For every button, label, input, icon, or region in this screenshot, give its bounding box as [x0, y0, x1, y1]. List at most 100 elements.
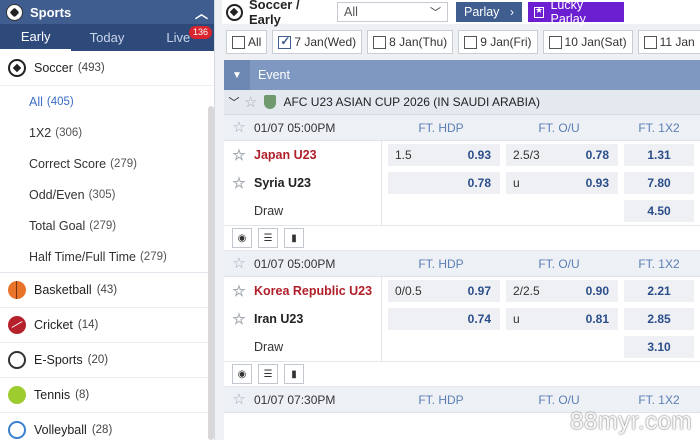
chevron-down-icon: ﹀	[430, 7, 441, 19]
sport-label: E-Sports	[34, 353, 83, 367]
sidebar-item-soccer[interactable]: Soccer (493)	[0, 51, 214, 86]
ou-over-odds[interactable]: 2.5/3 0.78	[506, 144, 618, 166]
1x2-draw-odds[interactable]: 3.10	[624, 336, 694, 358]
match-header: ☆ 01/07 05:00PM FT. HDP FT. O/U FT. 1X2	[224, 251, 700, 277]
sidebar-item-cricket[interactable]: Cricket (14)	[0, 308, 214, 343]
star-icon[interactable]: ☆	[224, 148, 254, 163]
tab-label: Early	[20, 29, 51, 44]
events-table: ▼ Event ﹀ ☆ AFC U23 ASIAN CUP 2026 (IN S…	[224, 60, 700, 440]
checkbox[interactable]	[643, 35, 657, 49]
hdp-away-odds[interactable]: 0.78	[388, 172, 500, 194]
submenu-item-correct-score[interactable]: Correct Score (279)	[0, 148, 214, 179]
mascot-icon[interactable]: ◉	[232, 364, 252, 384]
sidebar-title: Sports	[30, 4, 72, 20]
team-name: Iran U23	[254, 312, 304, 326]
date-filter-10-jan[interactable]: 10 Jan(Sat)	[542, 30, 633, 54]
sidebar-scrollbar[interactable]	[208, 106, 214, 440]
parlay-button[interactable]: Parlay ›	[456, 2, 522, 22]
date-filter-9-jan[interactable]: 9 Jan(Fri)	[458, 30, 538, 54]
draw-label: Draw	[224, 333, 382, 361]
tab-live[interactable]: Live 136	[143, 24, 214, 51]
star-icon[interactable]: ☆	[224, 312, 254, 327]
sidebar-header[interactable]: Sports ︿	[0, 0, 214, 24]
sidebar-tabs: Early Today Live 136	[0, 24, 214, 51]
chevron-up-icon[interactable]: ︿	[195, 3, 208, 22]
hdp-home-odds[interactable]: 1.5 0.93	[388, 144, 500, 166]
match-header: ☆ 01/07 05:00PM FT. HDP FT. O/U FT. 1X2	[224, 115, 700, 141]
sport-count: (28)	[91, 424, 113, 436]
1x2-away-odds[interactable]: 2.85	[624, 308, 694, 330]
mascot-icon[interactable]: ◉	[232, 228, 252, 248]
sport-label: Volleyball	[34, 423, 87, 437]
sidebar-item-esports[interactable]: E-Sports (20)	[0, 343, 214, 378]
chevron-down-icon[interactable]: ﹀	[224, 94, 244, 110]
checkbox[interactable]	[373, 35, 387, 49]
list-icon[interactable]: ☰	[258, 364, 278, 384]
market-select[interactable]: All ﹀	[337, 2, 448, 22]
headset-icon	[8, 351, 26, 369]
empty-cell	[506, 200, 618, 222]
collapse-all-icon[interactable]: ▼	[224, 60, 250, 90]
stats-icon[interactable]: ▮	[284, 364, 304, 384]
ou-line: 2/2.5	[513, 284, 540, 298]
league-row[interactable]: ﹀ ☆ AFC U23 ASIAN CUP 2026 (IN SAUDI ARA…	[224, 90, 700, 115]
star-icon[interactable]: ☆	[224, 284, 254, 299]
star-icon[interactable]: ☆	[224, 120, 254, 135]
tab-early[interactable]: Early	[0, 24, 72, 51]
submenu-label: Correct Score	[29, 156, 107, 171]
star-icon[interactable]: ☆	[244, 95, 257, 110]
sport-label: Cricket	[34, 318, 73, 332]
hdp-column-header: FT. HDP	[418, 256, 464, 271]
star-icon[interactable]: ☆	[224, 392, 254, 407]
1x2-home-odds[interactable]: 2.21	[624, 280, 694, 302]
date-filter-8-jan[interactable]: 8 Jan(Thu)	[367, 30, 454, 54]
submenu-count: (305)	[88, 188, 116, 201]
lucky-parlay-button[interactable]: Lucky Parlay	[528, 0, 624, 26]
sidebar-item-tennis[interactable]: Tennis (8)	[0, 378, 214, 413]
1x2-away-odds[interactable]: 7.80	[624, 172, 694, 194]
date-label: All	[248, 35, 262, 49]
checkbox-checked[interactable]	[278, 34, 292, 49]
table-row: Draw 3.10	[224, 333, 700, 361]
1x2-home-odds[interactable]: 1.31	[624, 144, 694, 166]
stats-icon[interactable]: ▮	[284, 228, 304, 248]
date-filter-all[interactable]: All	[226, 30, 268, 54]
date-filter-7-jan[interactable]: 7 Jan(Wed)	[272, 30, 363, 54]
sports-sidebar: Sports ︿ Early Today Live 136 Soccer (493…	[0, 0, 215, 440]
hdp-home-odds[interactable]: 0/0.5 0.97	[388, 280, 500, 302]
submenu-item-total-goal[interactable]: Total Goal (279)	[0, 210, 214, 241]
date-filter-11-jan[interactable]: 11 Jan	[637, 30, 700, 54]
empty-cell	[388, 200, 500, 222]
checkbox[interactable]	[548, 35, 562, 49]
submenu-item-1x2[interactable]: 1X2 (306)	[0, 117, 214, 148]
ou-over-odds[interactable]: 2/2.5 0.90	[506, 280, 618, 302]
table-header: ▼ Event	[224, 60, 700, 90]
top-bar: Soccer / Early All ﹀ Parlay › Lucky Parl…	[222, 0, 700, 27]
submenu-item-half-full-time[interactable]: Half Time/Full Time (279)	[0, 241, 214, 272]
date-filter-bar: All 7 Jan(Wed) 8 Jan(Thu) 9 Jan(Fri) 10 …	[226, 30, 700, 56]
ou-line: 2.5/3	[513, 148, 540, 162]
submenu-item-odd-even[interactable]: Odd/Even (305)	[0, 179, 214, 210]
hdp-away-odds[interactable]: 0.74	[388, 308, 500, 330]
empty-cell	[388, 336, 500, 358]
checkbox[interactable]	[232, 35, 245, 49]
sport-count: (493)	[77, 62, 105, 74]
odds-value: 7.80	[647, 176, 671, 190]
ou-under-odds[interactable]: u 0.81	[506, 308, 618, 330]
1x2-draw-odds[interactable]: 4.50	[624, 200, 694, 222]
odds-value: 2.21	[647, 284, 671, 298]
submenu-item-all[interactable]: All (405)	[0, 86, 214, 117]
odds-value: 0.93	[585, 176, 609, 190]
star-icon[interactable]: ☆	[224, 176, 254, 191]
sidebar-item-volleyball[interactable]: Volleyball (28)	[0, 413, 214, 440]
date-label: 10 Jan(Sat)	[564, 35, 627, 49]
ou-under-odds[interactable]: u 0.93	[506, 172, 618, 194]
sidebar-item-basketball[interactable]: Basketball (43)	[0, 273, 214, 308]
odds-value: 4.50	[647, 204, 671, 218]
list-icon[interactable]: ☰	[258, 228, 278, 248]
star-icon[interactable]: ☆	[224, 256, 254, 271]
odds-value: 0.97	[467, 284, 491, 298]
hdp-column-header: FT. HDP	[418, 120, 464, 135]
checkbox[interactable]	[464, 35, 478, 49]
tab-today[interactable]: Today	[71, 24, 142, 51]
